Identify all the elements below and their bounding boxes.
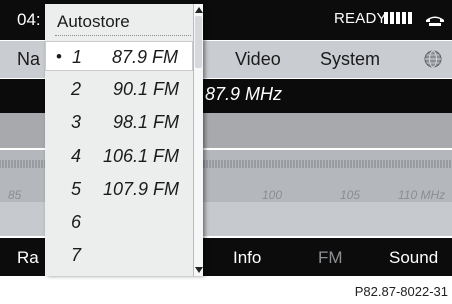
dropdown-separator (55, 35, 191, 36)
signal-bar (402, 12, 406, 24)
scroll-thumb[interactable] (195, 16, 202, 68)
preset-item-6[interactable]: 6 (45, 207, 193, 237)
scale-label: 110 MHz (398, 188, 446, 202)
signal-bar (396, 12, 400, 24)
globe-icon[interactable] (423, 49, 443, 69)
preset-item-1[interactable]: • 1 87.9 FM (45, 41, 193, 71)
radio-screen: 04: READY Na Video System 87.9 MHz 85 10… (0, 0, 452, 304)
preset-number: 1 (72, 47, 83, 67)
scale-label: 105 (340, 188, 361, 202)
clock: 04: (17, 10, 41, 29)
menu-item-video[interactable]: Video (235, 49, 281, 70)
preset-item-3[interactable]: 3 98.1 FM (45, 107, 193, 137)
signal-strength-icon (384, 12, 412, 24)
preset-number: 5 (71, 179, 82, 199)
preset-frequency: 98.1 FM (112, 112, 179, 132)
selected-bullet-icon: • (56, 47, 62, 66)
autostore-dropdown[interactable]: Autostore • 1 87.9 FM 2 90.1 FM 3 98.1 F… (45, 4, 203, 276)
bottom-item-radio[interactable]: Ra (17, 248, 39, 268)
preset-frequency: 107.9 FM (102, 179, 179, 199)
preset-number: 4 (71, 146, 82, 166)
phone-icon (426, 16, 444, 26)
status-text: READY (334, 10, 387, 27)
preset-item-7[interactable]: 7 (45, 240, 193, 270)
preset-number: 6 (71, 212, 82, 232)
scroll-down-arrow-icon[interactable] (195, 267, 203, 273)
preset-item-4[interactable]: 4 106.1 FM (45, 141, 193, 171)
preset-frequency: 106.1 FM (102, 146, 179, 166)
bottom-item-sound[interactable]: Sound (389, 248, 438, 268)
preset-frequency: 90.1 FM (112, 79, 179, 99)
preset-number: 7 (71, 245, 82, 265)
signal-bar (390, 12, 394, 24)
figure-reference: P82.87-8022-31 (354, 284, 448, 299)
signal-bar (408, 12, 412, 24)
bottom-item-fm[interactable]: FM (318, 248, 343, 268)
menu-item-navi[interactable]: Na (17, 49, 40, 70)
menu-item-system[interactable]: System (320, 49, 380, 70)
preset-number: 2 (71, 79, 82, 99)
preset-number: 3 (71, 112, 82, 132)
dropdown-scrollbar[interactable] (193, 4, 203, 276)
dropdown-title: Autostore (57, 12, 130, 31)
scroll-up-arrow-icon[interactable] (195, 7, 203, 13)
scale-label: 85 (8, 188, 22, 202)
preset-item-2[interactable]: 2 90.1 FM (45, 74, 193, 104)
preset-item-5[interactable]: 5 107.9 FM (45, 174, 193, 204)
scale-label: 100 (262, 188, 283, 202)
signal-bar (384, 12, 388, 24)
bottom-item-info[interactable]: Info (233, 248, 261, 268)
preset-frequency: 87.9 FM (111, 47, 178, 67)
current-frequency: 87.9 MHz (205, 84, 283, 104)
